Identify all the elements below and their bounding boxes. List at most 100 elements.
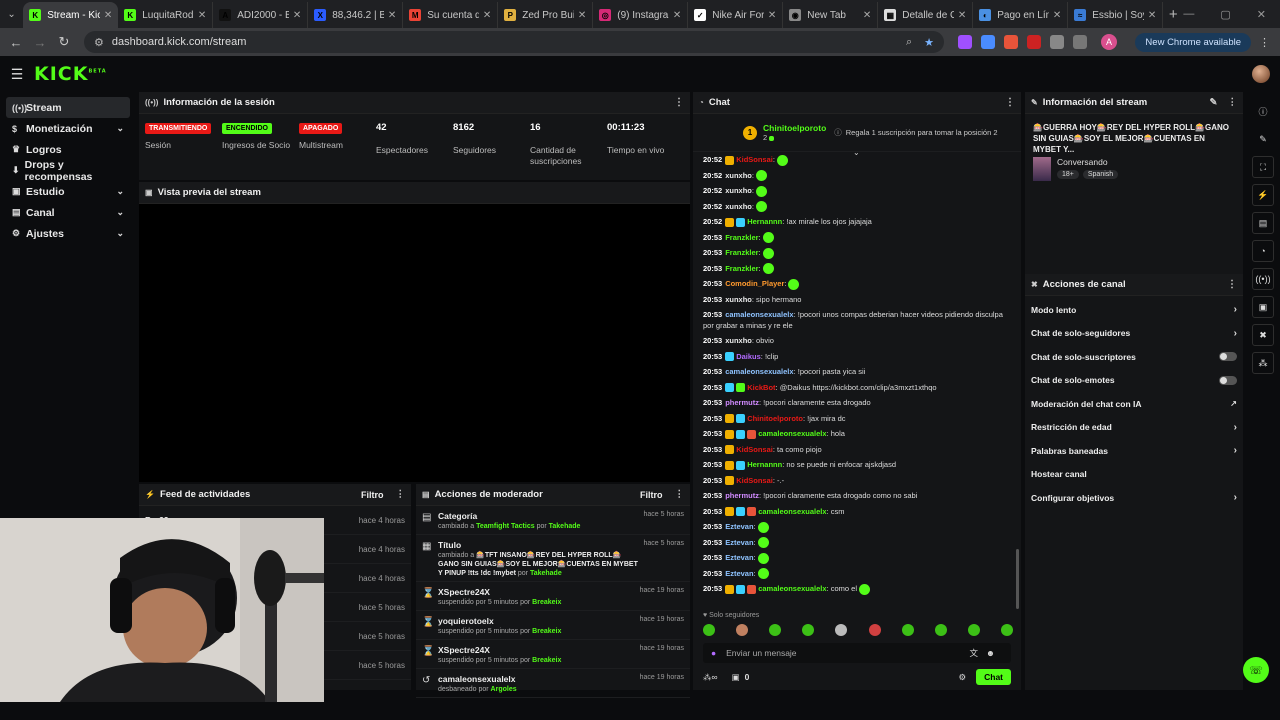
channel-action-row[interactable]: Hostear canal: [1025, 463, 1243, 487]
chat-username[interactable]: Chinitoelporoto: [747, 414, 803, 423]
toggle-switch[interactable]: [1219, 375, 1237, 385]
feed-filter-button[interactable]: Filtro: [361, 490, 384, 500]
rail-tool-icon[interactable]: ▣: [1252, 296, 1274, 318]
site-info-icon[interactable]: ⚙: [94, 36, 104, 49]
chat-message[interactable]: 20:53 Chinitoelporoto: !jax mira dc: [703, 411, 1013, 427]
minimize-icon[interactable]: —: [1183, 8, 1194, 21]
chat-username[interactable]: phermutz: [725, 491, 759, 500]
chat-message[interactable]: 20:53 Comodin_Player:: [703, 276, 1013, 292]
chat-message[interactable]: 20:53 xunxho: obvio: [703, 333, 1013, 349]
sidebar-item-5[interactable]: ▤ Canal ⌄: [6, 202, 130, 223]
chat-username[interactable]: phermutz: [725, 398, 759, 407]
mod-more-icon[interactable]: ⋮: [675, 489, 685, 500]
chat-username[interactable]: camaleonsexualelx: [725, 310, 793, 319]
sidebar-item-6[interactable]: ⚙ Ajustes ⌄: [6, 223, 130, 244]
chat-message[interactable]: 20:53 Franzkler:: [703, 245, 1013, 261]
extension-icon[interactable]: [1027, 35, 1041, 49]
send-chat-button[interactable]: Chat: [976, 669, 1011, 685]
chat-username[interactable]: KickBot: [747, 383, 775, 392]
tab-close-icon[interactable]: ✕: [958, 10, 966, 21]
channel-action-row[interactable]: Palabras baneadas ›: [1025, 439, 1243, 463]
chat-message[interactable]: 20:53 camaleonsexualelx: csm: [703, 504, 1013, 520]
channel-action-row[interactable]: Modo lento ›: [1025, 298, 1243, 322]
chrome-menu-icon[interactable]: ⋮: [1259, 36, 1270, 49]
tab-close-icon[interactable]: ✕: [1148, 10, 1156, 21]
mod-action-row[interactable]: ▦ Título cambiado a 🎰TFT INSANO🎰REY DEL HY…: [416, 535, 690, 582]
reload-icon[interactable]: ↻: [52, 34, 76, 50]
tab-close-icon[interactable]: ✕: [863, 10, 871, 21]
rail-tool-icon[interactable]: ▤: [1252, 212, 1274, 234]
chat-message[interactable]: 20:53 xunxho: sipo hermano: [703, 292, 1013, 308]
quick-emote-icon[interactable]: [802, 624, 815, 636]
rail-tool-icon[interactable]: ◔: [1252, 240, 1274, 262]
actions-more-icon[interactable]: ⋮: [1227, 279, 1237, 290]
profile-avatar[interactable]: A: [1101, 34, 1117, 50]
chat-scrollbar[interactable]: [1016, 549, 1019, 609]
channel-action-row[interactable]: Chat de solo-emotes: [1025, 369, 1243, 393]
channel-action-row[interactable]: Chat de solo-seguidores ›: [1025, 322, 1243, 346]
chat-message[interactable]: 20:53 camaleonsexualelx: hola: [703, 426, 1013, 442]
rail-tool-icon[interactable]: ⓘ: [1252, 100, 1274, 122]
chat-username[interactable]: KidSonsai: [736, 155, 773, 164]
new-chrome-available-button[interactable]: New Chrome available: [1135, 32, 1251, 52]
chat-username[interactable]: xunxho: [725, 202, 752, 211]
url-field[interactable]: ⚙ dashboard.kick.com/stream ⌕ ★: [84, 31, 944, 53]
chat-username[interactable]: camaleonsexualelx: [758, 584, 826, 593]
maximize-icon[interactable]: ▢: [1220, 8, 1230, 21]
rail-tool-icon[interactable]: ✖: [1252, 324, 1274, 346]
chat-username[interactable]: Franzkler: [725, 264, 758, 273]
chat-username[interactable]: xunxho: [725, 295, 752, 304]
chat-message[interactable]: 20:53 KidSonsai: ta como piojo: [703, 442, 1013, 458]
stream-tag[interactable]: Spanish: [1082, 170, 1119, 179]
chat-message[interactable]: 20:53 Franzkler:: [703, 261, 1013, 277]
chat-username[interactable]: KidSonsai: [736, 476, 773, 485]
menu-icon[interactable]: ☰: [0, 66, 34, 83]
bookmark-star-icon[interactable]: ★: [924, 36, 934, 49]
back-icon[interactable]: ←: [4, 35, 28, 50]
chat-username[interactable]: camaleonsexualelx: [758, 507, 826, 516]
channel-action-row[interactable]: Moderación del chat con IA ↗: [1025, 392, 1243, 416]
chat-username[interactable]: Comodin_Player: [725, 279, 784, 288]
tab-close-icon[interactable]: ✕: [198, 10, 206, 21]
chat-more-icon[interactable]: ⋮: [1005, 97, 1015, 108]
browser-tab[interactable]: ◐ Pago en Línea ✕: [973, 2, 1069, 28]
chat-message[interactable]: 20:53 Eztevan:: [703, 535, 1013, 551]
chat-username[interactable]: xunxho: [725, 171, 752, 180]
tab-search-icon[interactable]: ⌄: [0, 0, 23, 28]
quick-emote-icon[interactable]: [835, 624, 848, 636]
quick-emote-icon[interactable]: [967, 624, 980, 636]
chat-username[interactable]: KidSonsai: [736, 445, 773, 454]
sidebar-item-0[interactable]: ((•)) Stream: [6, 97, 130, 118]
chat-settings-icon[interactable]: ⚙: [958, 672, 966, 683]
chat-message[interactable]: 20:53 KickBot: @Daikus https://kickbot.co…: [703, 380, 1013, 396]
tab-close-icon[interactable]: ✕: [388, 10, 396, 21]
chat-username[interactable]: Eztevan: [725, 553, 753, 562]
extension-icon[interactable]: [1004, 35, 1018, 49]
kick-logo[interactable]: KICKBETA: [34, 63, 107, 85]
extension-icon[interactable]: [1050, 35, 1064, 49]
tab-close-icon[interactable]: ✕: [768, 10, 776, 21]
channel-action-row[interactable]: Chat de solo-suscriptores: [1025, 345, 1243, 369]
browser-tab[interactable]: K LuquitaRodri ✕: [118, 2, 214, 28]
chat-username[interactable]: xunxho: [725, 186, 752, 195]
chat-username[interactable]: Eztevan: [725, 538, 753, 547]
sidebar-item-2[interactable]: ♛ Logros: [6, 139, 130, 160]
sidebar-item-1[interactable]: $ Monetización ⌄: [6, 118, 130, 139]
chat-message[interactable]: 20:53 camaleonsexualelx: como el: [703, 581, 1013, 597]
new-tab-button[interactable]: +: [1163, 6, 1183, 23]
quick-emote-icon[interactable]: [868, 624, 881, 636]
rail-tool-icon[interactable]: ⁂: [1252, 352, 1274, 374]
mod-filter-button[interactable]: Filtro: [640, 490, 663, 500]
info-more-icon[interactable]: ⋮: [1228, 97, 1238, 108]
mod-action-row[interactable]: ⌛ XSpectre24X suspendido por 5 minutos por…: [416, 582, 690, 611]
chat-message[interactable]: 20:52 xunxho:: [703, 199, 1013, 215]
quick-emote-icon[interactable]: [736, 624, 749, 636]
tab-close-icon[interactable]: ✕: [293, 10, 301, 21]
chat-input[interactable]: ● Enviar un mensaje 文☻: [703, 643, 1011, 663]
forward-icon[interactable]: →: [28, 35, 52, 50]
browser-tab[interactable]: A ADI2000 - BIN ✕: [213, 2, 309, 28]
chat-message[interactable]: 20:53 phermutz: !pocori claramente esta d…: [703, 395, 1013, 411]
gift-icon[interactable]: ▣: [732, 672, 740, 683]
rail-tool-icon[interactable]: ⚡: [1252, 184, 1274, 206]
user-avatar[interactable]: [1252, 65, 1270, 83]
